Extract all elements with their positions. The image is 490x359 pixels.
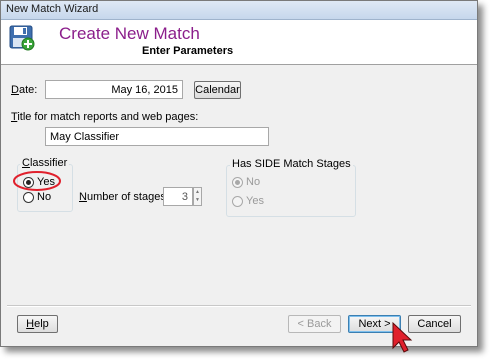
help-button[interactable]: Help [17, 315, 58, 333]
footer-divider [7, 305, 471, 307]
wizard-title: Create New Match [59, 24, 200, 43]
title-bar: New Match Wizard [1, 1, 477, 20]
stepper-up-icon[interactable]: ▲ [195, 190, 200, 195]
highlight-ellipse [13, 171, 61, 191]
wizard-window: New Match Wizard Create New Match Enter … [0, 0, 478, 347]
side-match-group-title: Has SIDE Match Stages [230, 158, 353, 170]
back-button[interactable]: < Back [288, 315, 341, 333]
cancel-button[interactable]: Cancel [408, 315, 461, 333]
stages-stepper[interactable]: ▲ ▼ [193, 187, 202, 206]
calendar-button[interactable]: Calendar [194, 81, 241, 99]
side-yes-label[interactable]: Yes [246, 195, 264, 207]
date-label: Date: [11, 84, 38, 96]
classifier-no-radio[interactable] [23, 192, 34, 203]
stages-field[interactable]: 3 [163, 187, 193, 206]
side-no-label[interactable]: No [246, 176, 260, 188]
stepper-down-icon[interactable]: ▼ [195, 198, 200, 203]
title-label: Title for match reports and web pages: [11, 111, 199, 123]
side-yes-radio[interactable] [232, 196, 243, 207]
stages-label: Number of stages: [79, 191, 169, 203]
title-field[interactable]: May Classifier [45, 127, 269, 146]
wizard-header: Create New Match Enter Parameters [1, 20, 477, 65]
cursor-arrow-icon [392, 321, 413, 353]
classifier-group-title: Classifier [20, 157, 70, 169]
window-title: New Match Wizard [6, 3, 99, 15]
wizard-subtitle: Enter Parameters [142, 45, 234, 57]
side-match-group [226, 165, 356, 217]
date-field[interactable]: May 16, 2015 [45, 80, 183, 99]
side-no-radio[interactable] [232, 177, 243, 188]
classifier-no-label[interactable]: No [37, 191, 51, 203]
floppy-disk-add-icon [9, 25, 35, 51]
